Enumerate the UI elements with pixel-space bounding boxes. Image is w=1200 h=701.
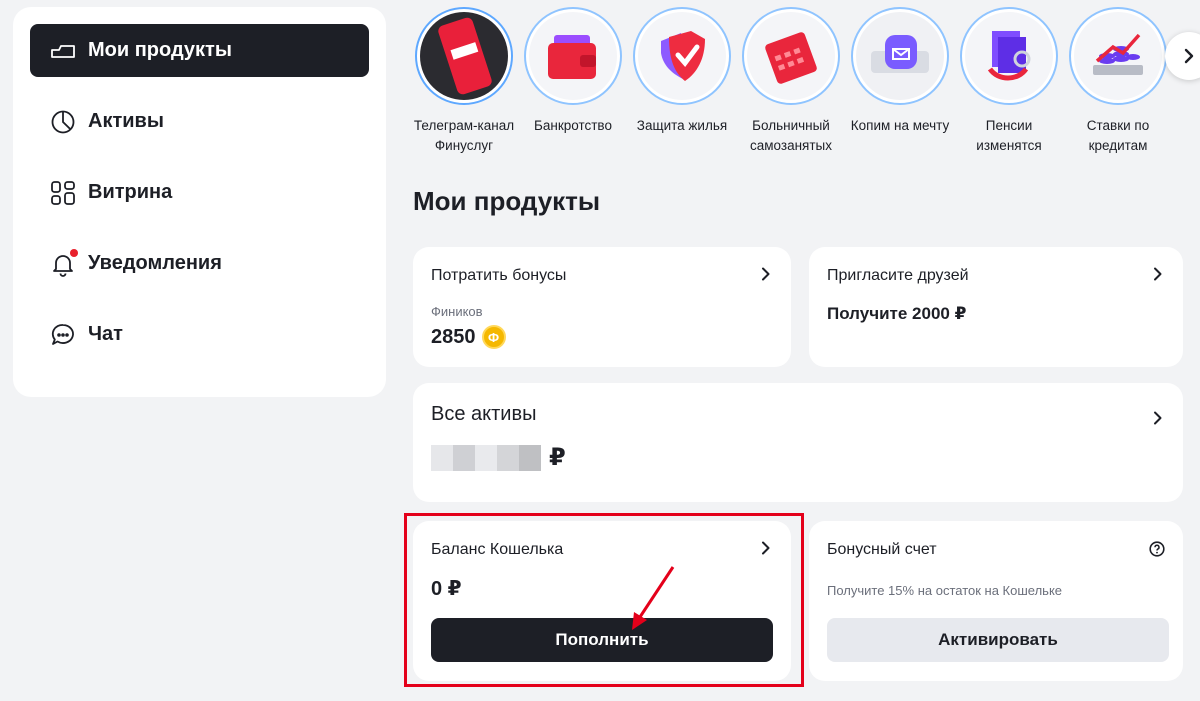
card-title: Все активы [431, 403, 537, 425]
sidebar-item-label: Активы [88, 110, 164, 132]
story-save-for-dream[interactable]: Копим на мечту [845, 7, 955, 136]
bell-icon [50, 248, 78, 277]
card-title: Пригласите друзей [827, 267, 969, 284]
story-sick-leave[interactable]: Больничный самозанятых [736, 7, 846, 156]
wallet-icon [529, 12, 617, 100]
sidebar-item-chat[interactable]: Чат [30, 308, 369, 361]
sidebar-item-label: Чат [88, 323, 123, 345]
sidebar-item-assets[interactable]: Активы [30, 95, 369, 148]
phone-telegram-icon [420, 12, 508, 100]
currency-symbol: ₽ [549, 444, 566, 471]
bonus-account-note: Получите 15% на остаток на Кошельке [827, 583, 1063, 598]
calculator-icon [747, 12, 835, 100]
sidebar-item-notifications[interactable]: Уведомления [30, 237, 369, 290]
wallet-balance-card: Баланс Кошелька 0 ₽ Пополнить [413, 521, 791, 681]
shield-icon [638, 12, 726, 100]
coins-chart-icon [1074, 12, 1162, 100]
story-label: Больничный самозанятых [750, 118, 832, 153]
sidebar-item-label: Мои продукты [88, 39, 232, 61]
story-label: Пенсии изменятся [976, 118, 1042, 153]
bonus-account-card: Бонусный счет Получите 15% на остаток на… [809, 521, 1183, 681]
invite-friends-card[interactable]: Пригласите друзей Получите 2000 ₽ [809, 247, 1183, 367]
story-home-protection[interactable]: Защита жилья [627, 7, 737, 136]
story-label: Банкротство [534, 118, 612, 133]
products-icon [50, 38, 76, 64]
card-title: Потратить бонусы [431, 267, 567, 284]
chevron-right-icon [762, 267, 770, 281]
story-label: Защита жилья [636, 118, 728, 133]
grid-icon [50, 180, 76, 206]
story-pensions[interactable]: Пенсии изменятся [954, 7, 1064, 156]
story-label: Копим на мечту [850, 118, 950, 133]
story-loan-rates[interactable]: Ставки по кредитам [1063, 7, 1173, 156]
bonus-value: 2850 [431, 325, 476, 348]
chevron-right-icon [1154, 267, 1162, 281]
invite-reward: Получите 2000 ₽ [827, 304, 967, 323]
chevron-right-icon[interactable] [759, 541, 773, 555]
activate-button[interactable]: Активировать [827, 618, 1169, 662]
all-assets-card[interactable]: Все активы ₽ [413, 383, 1183, 502]
coin-icon: Ф [481, 325, 506, 349]
top-up-button[interactable]: Пополнить [431, 618, 773, 662]
sidebar-item-showcase[interactable]: Витрина [30, 166, 369, 219]
chat-icon [50, 322, 76, 348]
envelope-icon [856, 12, 944, 100]
bonuses-card[interactable]: Потратить бонусы Фиников 2850 Ф [413, 247, 791, 367]
story-bankruptcy[interactable]: Банкротство [518, 7, 628, 136]
sidebar-item-my-products[interactable]: Мои продукты [30, 24, 369, 77]
pie-chart-icon [50, 109, 76, 135]
sidebar: Мои продукты Активы Витрина Уведомления [13, 7, 386, 397]
bonus-unit-label: Фиников [431, 304, 483, 319]
story-label: Ставки по кредитам [1086, 118, 1150, 153]
chevron-right-icon [1184, 48, 1194, 64]
top-up-button-label: Пополнить [555, 630, 649, 649]
coin-symbol: Ф [487, 329, 500, 345]
stories-carousel: Телеграм-канал Финуслуг Банкротство Защи… [413, 7, 1200, 159]
card-title: Бонусный счет [827, 541, 937, 558]
page-title: Мои продукты [413, 186, 601, 216]
page: Мои продукты Активы Витрина Уведомления [0, 0, 1200, 701]
story-telegram[interactable]: Телеграм-канал Финуслуг [413, 7, 519, 156]
hidden-balance-mask [431, 444, 541, 471]
documents-icon [965, 12, 1053, 100]
help-icon[interactable] [1149, 541, 1165, 557]
activate-button-label: Активировать [938, 630, 1058, 649]
sidebar-item-label: Витрина [88, 181, 173, 203]
sidebar-item-label: Уведомления [88, 252, 222, 274]
wallet-balance-value: 0 ₽ [431, 578, 462, 600]
story-label: Телеграм-канал Финуслуг [413, 118, 515, 153]
notification-badge [70, 248, 78, 257]
chevron-right-icon [1154, 411, 1162, 425]
card-title: Баланс Кошелька [431, 541, 564, 558]
